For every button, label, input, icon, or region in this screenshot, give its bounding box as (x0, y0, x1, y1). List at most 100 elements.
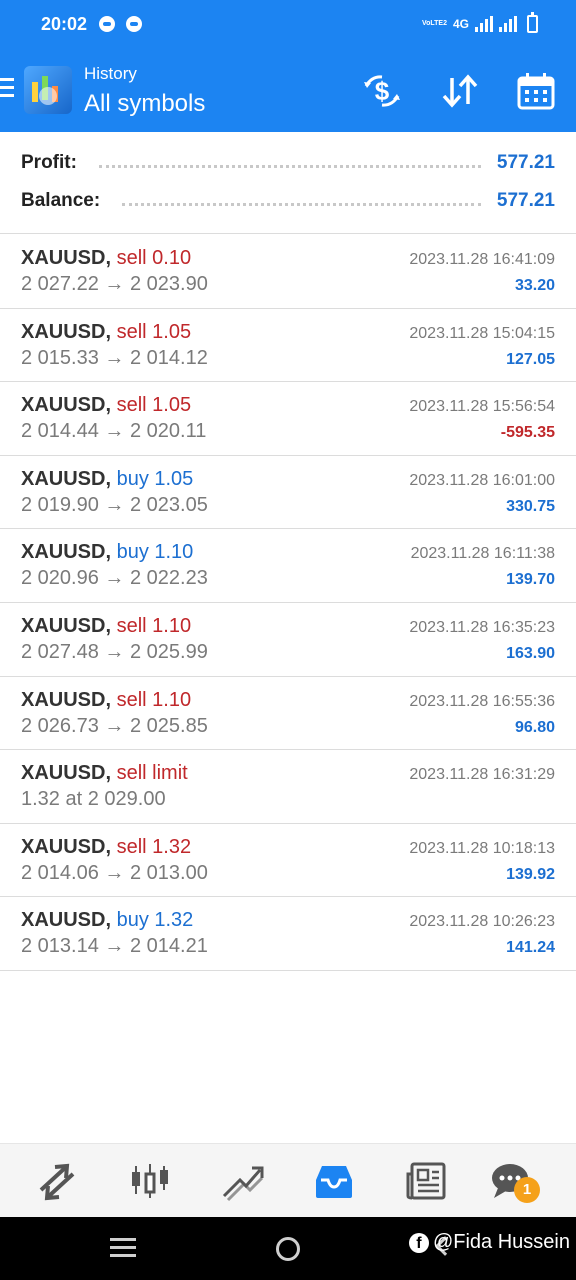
symbol-name: XAUUSD, (21, 394, 112, 417)
trade-prices: 2 027.48 → 2 025.99 (21, 640, 208, 663)
trade-time: 2023.11.28 16:55:36 (409, 692, 555, 710)
watermark: f @Fida Hussein (408, 1231, 570, 1254)
profit-label: Profit: (21, 152, 77, 173)
trade-profit: 139.70 (506, 571, 555, 589)
trade-time: 2023.11.28 16:01:00 (409, 471, 555, 489)
trade-prices: 2 026.73 → 2 025.85 (21, 714, 208, 737)
balance-value: 577.21 (496, 190, 555, 211)
trade-time: 2023.11.28 10:26:23 (409, 913, 555, 931)
home-icon[interactable] (276, 1237, 300, 1261)
symbol-name: XAUUSD, (21, 688, 112, 711)
watermark-text: @Fida Hussein (432, 1231, 570, 1253)
trade-time: 2023.11.28 10:18:13 (409, 839, 555, 857)
volte-indicator: VoLTE2 (421, 20, 447, 27)
app-logo-icon (24, 66, 72, 114)
facebook-icon: f (408, 1232, 429, 1253)
deal-type: sell 1.10 (116, 614, 192, 637)
trade-profit: 139.92 (506, 865, 555, 883)
sort-icon[interactable] (440, 72, 480, 110)
trade-time: 2023.11.28 16:31:29 (409, 766, 555, 784)
trade-time: 2023.11.28 16:41:09 (409, 251, 555, 268)
trade-row[interactable]: XAUUSD, sell 1.10 2 027.48 → 2 025.99 2023… (0, 603, 576, 677)
deal-type: buy 1.05 (116, 467, 194, 490)
deal-type: sell 1.05 (116, 320, 192, 343)
status-indicators: VoLTE2 4G (422, 12, 538, 36)
trade-row[interactable]: XAUUSD, buy 1.32 2 013.14 → 2 014.21 2023.… (0, 897, 576, 971)
recent-apps-icon[interactable] (110, 1238, 136, 1262)
header-subtitle: History (84, 64, 137, 83)
trade-prices: 2 013.14 → 2 014.21 (21, 935, 208, 958)
trade-time: 2023.11.28 15:04:15 (409, 324, 555, 342)
app-bar: History All symbols $ (0, 50, 576, 132)
history-icon[interactable] (312, 1160, 356, 1202)
trade-icon[interactable] (220, 1160, 264, 1202)
trade-symbol: XAUUSD, sell 1.10 (21, 689, 191, 712)
trade-profit: 330.75 (506, 497, 555, 515)
trade-prices: 2 014.44 → 2 020.11 (21, 420, 207, 443)
symbol-name: XAUUSD, (21, 467, 112, 490)
trade-symbol: XAUUSD, sell 1.05 (21, 321, 191, 344)
deposit-exchange-icon[interactable]: $ (362, 72, 402, 110)
trade-profit: 33.20 (514, 277, 555, 294)
trade-time: 2023.11.28 15:56:54 (409, 398, 555, 416)
symbol-name: XAUUSD, (21, 541, 112, 564)
quotes-icon[interactable] (35, 1160, 79, 1202)
notification-icon (126, 16, 142, 32)
trade-row[interactable]: XAUUSD, sell 0.10 2 027.22 → 2 023.90 2023… (0, 235, 576, 309)
svg-text:$: $ (375, 76, 390, 106)
trade-row[interactable]: XAUUSD, sell 1.05 2 015.33 → 2 014.12 2023… (0, 309, 576, 383)
messenger-icon (99, 16, 115, 32)
news-icon[interactable] (404, 1160, 448, 1202)
trade-prices: 2 020.96 → 2 022.23 (21, 567, 208, 590)
header-title[interactable]: All symbols (84, 90, 205, 118)
battery-icon (527, 12, 538, 33)
profit-row: Profit: 577.21 (21, 148, 555, 178)
trade-row[interactable]: XAUUSD, sell limit 1.32 at 2 029.00 2023.1… (0, 750, 576, 824)
deal-type: sell 0.10 (116, 247, 192, 269)
deal-type: buy 1.32 (116, 909, 194, 932)
dotted-leader (122, 202, 481, 206)
trade-symbol: XAUUSD, sell 1.05 (21, 394, 191, 417)
trade-row[interactable]: XAUUSD, buy 1.05 2 019.90 → 2 023.05 2023.… (0, 456, 576, 530)
trade-list: XAUUSD, sell 0.10 2 027.22 → 2 023.90 2023… (0, 235, 576, 971)
balance-row: Balance: 577.21 (21, 186, 555, 216)
symbol-name: XAUUSD, (21, 909, 112, 932)
trade-row[interactable]: XAUUSD, sell 1.05 2 014.44 → 2 020.11 2023… (0, 382, 576, 456)
menu-icon[interactable] (0, 78, 14, 98)
trade-symbol: XAUUSD, sell 0.10 (21, 247, 191, 270)
summary-panel: Profit: 577.21 Balance: 577.21 (0, 132, 576, 234)
trade-profit: 163.90 (506, 644, 555, 662)
trade-prices: 2 027.22 → 2 023.90 (21, 273, 208, 295)
chart-icon[interactable] (128, 1160, 172, 1202)
android-nav-bar: f @Fida Hussein (0, 1217, 576, 1280)
screen: 20:02 VoLTE2 4G History All symbols $ Pr… (0, 0, 576, 1280)
balance-label: Balance: (21, 190, 101, 211)
symbol-name: XAUUSD, (21, 614, 112, 637)
network-type: 4G (452, 17, 469, 31)
trade-profit: 96.80 (514, 718, 555, 736)
trade-row[interactable]: XAUUSD, sell 1.32 2 014.06 → 2 013.00 2023… (0, 824, 576, 898)
deal-type: buy 1.10 (116, 541, 194, 564)
signal-icon-2 (499, 16, 517, 32)
calendar-icon[interactable] (516, 72, 556, 110)
deal-type: sell limit (116, 762, 188, 785)
trade-row[interactable]: XAUUSD, buy 1.10 2 020.96 → 2 022.23 2023.… (0, 529, 576, 603)
trade-prices: 1.32 at 2 029.00 (21, 788, 166, 811)
trade-symbol: XAUUSD, buy 1.10 (21, 541, 193, 564)
deal-type: sell 1.05 (116, 394, 192, 417)
symbol-name: XAUUSD, (21, 835, 112, 858)
trade-prices: 2 019.90 → 2 023.05 (21, 493, 208, 516)
symbol-name: XAUUSD, (21, 762, 112, 785)
trade-prices: 2 015.33 → 2 014.12 (21, 346, 208, 369)
deal-type: sell 1.32 (116, 835, 192, 858)
trade-row[interactable]: XAUUSD, sell 1.10 2 026.73 → 2 025.85 2023… (0, 677, 576, 751)
signal-icon (475, 16, 493, 32)
trade-time: 2023.11.28 16:11:38 (410, 545, 555, 563)
profit-value: 577.21 (496, 152, 555, 173)
trade-symbol: XAUUSD, sell limit (21, 762, 188, 785)
trade-profit: 141.24 (506, 939, 555, 957)
dotted-leader (98, 164, 481, 168)
trade-time: 2023.11.28 16:35:23 (409, 618, 555, 636)
trade-symbol: XAUUSD, sell 1.32 (21, 836, 191, 859)
trade-symbol: XAUUSD, sell 1.10 (21, 615, 191, 638)
